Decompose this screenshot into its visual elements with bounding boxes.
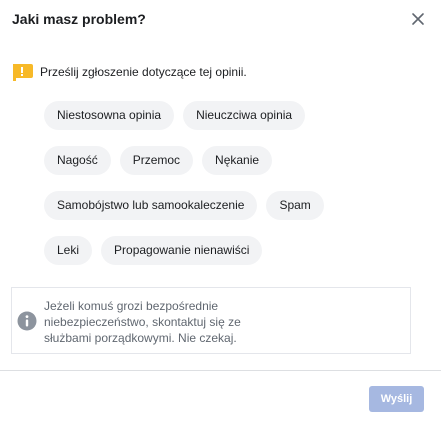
flag-icon (13, 64, 33, 81)
reason-chips: Niestosowna opinia Nieuczciwa opinia Nag… (44, 101, 424, 281)
chip-inappropriate-review[interactable]: Niestosowna opinia (44, 101, 175, 130)
chip-hate-speech[interactable]: Propagowanie nienawiści (101, 236, 263, 265)
chip-row: Leki Propagowanie nienawiści (44, 236, 424, 265)
subtitle-text: Prześlij zgłoszenie dotyczące tej opinii… (40, 65, 247, 79)
chip-row: Samobójstwo lub samookaleczenie Spam (44, 191, 424, 220)
info-line: Jeżeli komuś grozi bezpośrednie (44, 299, 219, 313)
chip-dishonest-review[interactable]: Nieuczciwa opinia (183, 101, 306, 130)
chip-nudity[interactable]: Nagość (44, 146, 111, 175)
emergency-info-box: Jeżeli komuś grozi bezpośrednie niebezpi… (11, 287, 411, 354)
footer-divider (0, 370, 441, 371)
subtitle-row: Prześlij zgłoszenie dotyczące tej opinii… (12, 62, 247, 82)
chip-drugs[interactable]: Leki (44, 236, 93, 265)
info-line: niebezpieczeństwo, skontaktuj się ze (44, 315, 241, 329)
close-icon[interactable] (409, 10, 427, 28)
chip-row: Niestosowna opinia Nieuczciwa opinia (44, 101, 424, 130)
chip-harassment[interactable]: Nękanie (202, 146, 273, 175)
chip-row: Nagość Przemoc Nękanie (44, 146, 424, 175)
chip-spam[interactable]: Spam (266, 191, 324, 220)
chip-violence[interactable]: Przemoc (119, 146, 194, 175)
info-line: służbami porządkowymi. Nie czekaj. (44, 331, 237, 345)
emergency-info-text: Jeżeli komuś grozi bezpośrednie niebezpi… (44, 298, 334, 346)
chip-suicide-self-harm[interactable]: Samobójstwo lub samookaleczenie (44, 191, 258, 220)
report-dialog: Jaki masz problem? Prześlij zgłoszenie d… (0, 0, 441, 423)
info-icon (17, 311, 37, 331)
dialog-title: Jaki masz problem? (12, 11, 146, 27)
send-button[interactable]: Wyślij (369, 386, 424, 412)
